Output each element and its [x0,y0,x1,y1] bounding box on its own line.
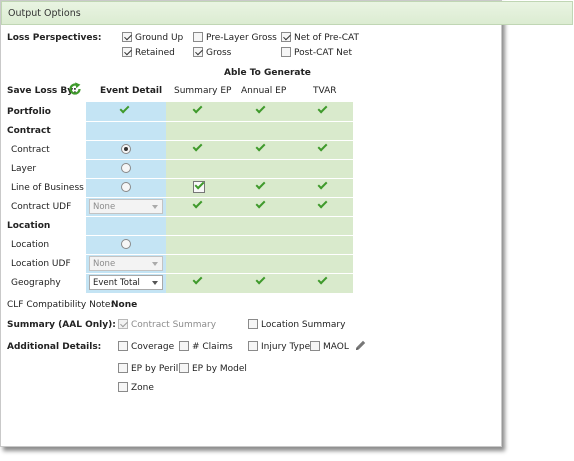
summary-ep-header: Summary EP [174,86,232,96]
row-line-of-business: Line of Business [11,183,84,193]
title-bar: Output Options [1,1,573,25]
ground-up-label: Ground Up [135,33,184,43]
injury-type-label: Injury Type [261,342,311,352]
layer-radio[interactable] [121,163,131,173]
claims-checkbox[interactable] [179,341,189,351]
able-to-generate-label: Able To Generate [224,68,311,78]
row-portfolio: Portfolio [7,107,51,117]
retained-label: Retained [135,48,175,58]
gross-checkbox[interactable] [193,47,203,57]
row-location: Location [11,240,50,250]
chevron-down-icon [152,281,158,285]
refresh-icon[interactable] [68,82,82,96]
clf-compatibility-value: None [111,300,138,310]
location-radio[interactable] [121,239,131,249]
pencil-edit-icon[interactable] [354,339,367,352]
post-cat-net-label: Post-CAT Net [294,48,352,58]
maol-checkbox[interactable] [310,341,320,351]
pre-layer-gross-label: Pre-Layer Gross [206,33,277,43]
coverage-label: Coverage [131,342,175,352]
clf-compatibility-label: CLF Compatibility Note: [7,300,114,310]
coverage-checkbox[interactable] [118,341,128,351]
line-of-business-radio[interactable] [121,182,131,192]
net-of-pre-cat-label: Net of Pre-CAT [294,33,359,43]
row-geography: Geography [11,278,61,288]
location-summary-checkbox[interactable] [248,319,258,329]
location-udf-select[interactable]: None [89,256,163,271]
chevron-down-icon [152,205,158,209]
zone-label: Zone [131,383,154,393]
save-loss-by-label: Save Loss By: [7,86,77,96]
contract-summary-checkbox[interactable] [118,319,128,329]
row-layer: Layer [11,164,37,174]
claims-label: # Claims [192,342,233,352]
ep-by-peril-label: EP by Peril [131,364,179,374]
ep-by-model-checkbox[interactable] [179,363,189,373]
row-location-header: Location [7,221,51,231]
event-detail-header: Event Detail [100,86,163,96]
contract-summary-label: Contract Summary [131,320,217,330]
chevron-down-icon [152,262,158,266]
ep-by-model-label: EP by Model [192,364,247,374]
zone-checkbox[interactable] [118,382,128,392]
annual-ep-header: Annual EP [241,86,287,96]
injury-type-checkbox[interactable] [248,341,258,351]
net-of-pre-cat-checkbox[interactable] [281,32,291,42]
location-summary-label: Location Summary [261,320,346,330]
contract-radio[interactable] [121,144,131,154]
ep-by-peril-checkbox[interactable] [118,363,128,373]
row-contract-header: Contract [7,126,51,136]
loss-perspectives-label: Loss Perspectives: [7,33,102,43]
ground-up-checkbox[interactable] [122,32,132,42]
row-location-udf: Location UDF [11,259,71,269]
row-contract-udf: Contract UDF [11,202,72,212]
additional-details-label: Additional Details: [7,342,102,352]
dialog-title: Output Options [8,8,81,19]
contract-udf-select[interactable]: None [89,199,163,214]
maol-label: MAOL [323,342,349,352]
row-contract: Contract [11,145,50,155]
tvar-header: TVAR [313,86,337,96]
retained-checkbox[interactable] [122,47,132,57]
post-cat-net-checkbox[interactable] [281,47,291,57]
summary-label: Summary (AAL Only): [7,320,116,330]
gross-label: Gross [206,48,232,58]
pre-layer-gross-checkbox[interactable] [193,32,203,42]
geography-select[interactable]: Event Total [89,275,163,290]
